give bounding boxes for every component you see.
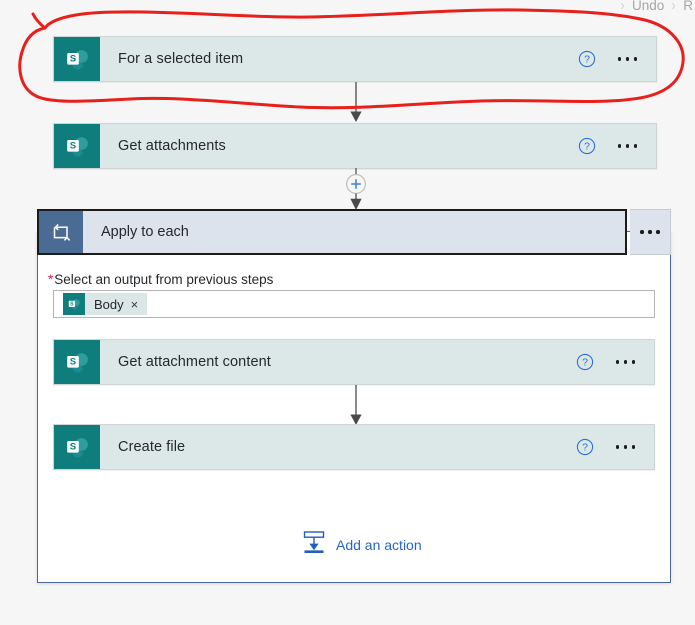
field-label-text: Select an output from previous steps [54, 272, 274, 287]
token-body[interactable]: S Body × [63, 293, 148, 315]
sharepoint-icon: S [54, 37, 100, 81]
svg-text:S: S [70, 54, 77, 65]
action-card-create-file[interactable]: S Create file ? [53, 424, 655, 470]
add-an-action-label: Add an action [336, 536, 422, 553]
svg-text:S: S [70, 141, 77, 152]
sharepoint-icon: S [54, 340, 100, 384]
token-label: Body [94, 296, 124, 312]
sharepoint-icon: S [54, 124, 100, 168]
action-card-title: Get attachment content [118, 354, 271, 370]
apply-to-each-header-main[interactable]: Apply to each [37, 209, 627, 255]
chevron-right-icon-2: › [671, 0, 676, 14]
action-card-for-a-selected-item[interactable]: S For a selected item ? [53, 36, 657, 82]
svg-text:S: S [70, 442, 77, 453]
ellipsis-icon[interactable] [617, 144, 637, 148]
svg-text:S: S [70, 357, 77, 368]
redo-button-label-partial[interactable]: R [683, 0, 693, 13]
ellipsis-icon[interactable] [630, 209, 671, 255]
svg-text:?: ? [584, 141, 590, 153]
apply-to-each-header[interactable]: Apply to each [37, 209, 671, 255]
svg-text:?: ? [582, 357, 588, 369]
action-card-title: Get attachments [118, 138, 226, 154]
add-an-action-button[interactable]: Add an action [301, 529, 422, 560]
sharepoint-icon: S [54, 425, 100, 469]
flow-designer-canvas: › Undo › R S For a selected item ? S Get… [0, 0, 695, 625]
top-command-bar: › Undo › R [620, 0, 695, 16]
help-circle-icon[interactable]: ? [576, 438, 594, 456]
help-circle-icon[interactable]: ? [578, 50, 596, 68]
svg-text:?: ? [582, 442, 588, 454]
help-circle-icon[interactable]: ? [576, 353, 594, 371]
action-card-get-attachment-content[interactable]: S Get attachment content ? [53, 339, 655, 385]
apply-to-each-title: Apply to each [101, 224, 189, 240]
select-output-field-label: *Select an output from previous steps [48, 272, 273, 287]
ellipsis-icon[interactable] [615, 445, 635, 449]
select-output-input[interactable]: S Body × [53, 290, 655, 318]
chevron-right-icon: › [620, 0, 625, 14]
svg-text:S: S [70, 301, 74, 307]
connector-arrow-2 [350, 385, 362, 425]
action-card-title: Create file [118, 439, 186, 455]
sharepoint-icon: S [63, 293, 85, 315]
token-remove-icon[interactable]: × [131, 298, 148, 311]
add-action-icon [301, 529, 327, 560]
ellipsis-icon[interactable] [617, 57, 637, 61]
connector-arrow-1 [350, 82, 362, 122]
loop-icon [39, 211, 83, 253]
action-card-get-attachments[interactable]: S Get attachments ? [53, 123, 657, 169]
ellipsis-icon[interactable] [615, 360, 635, 364]
action-card-title: For a selected item [118, 51, 244, 67]
undo-button-label[interactable]: Undo [632, 0, 664, 13]
help-circle-icon[interactable]: ? [578, 137, 596, 155]
svg-text:?: ? [584, 54, 590, 66]
